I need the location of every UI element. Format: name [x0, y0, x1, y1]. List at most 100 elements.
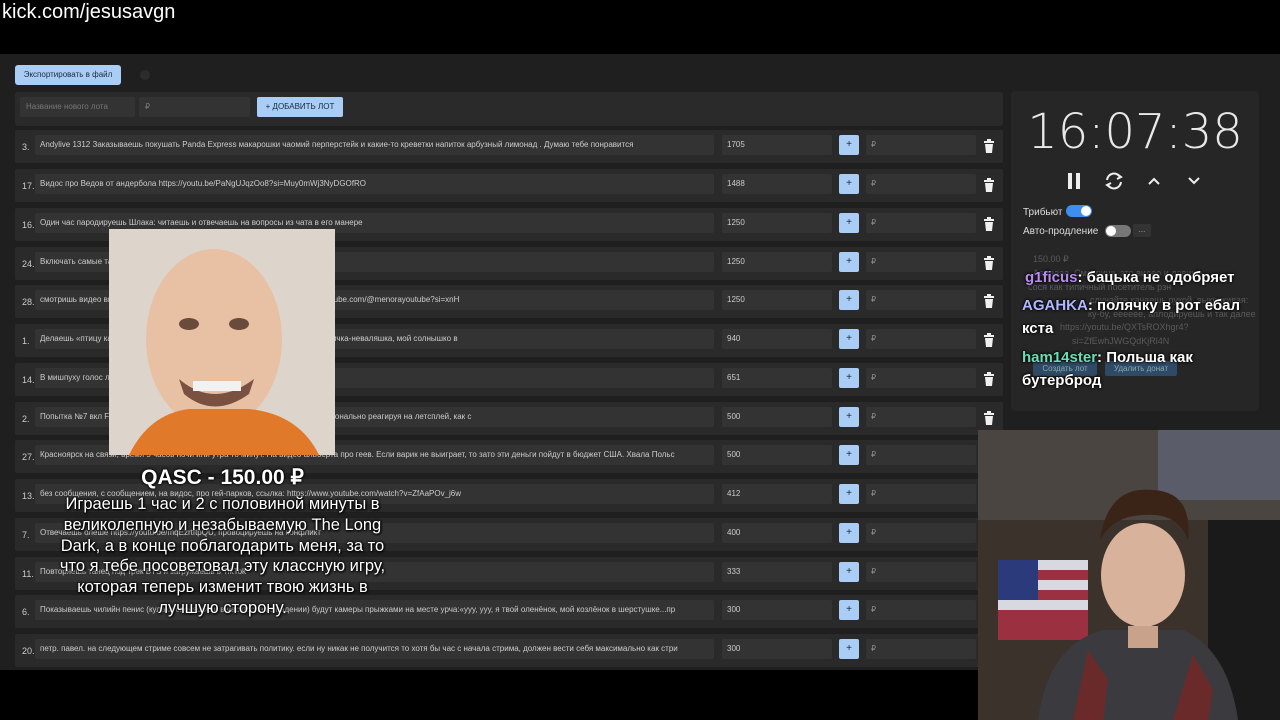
- lot-amount-field[interactable]: 940: [722, 329, 832, 349]
- lot-add-amount-input[interactable]: ₽: [866, 368, 976, 388]
- lot-add-amount-input[interactable]: ₽: [866, 639, 976, 659]
- lot-number: 1.: [22, 336, 30, 346]
- chat-message: g1ficus: бацька не одобряет: [1025, 266, 1234, 289]
- tribute-toggle[interactable]: [1066, 205, 1092, 217]
- lot-add-amount-button[interactable]: +: [839, 290, 859, 310]
- lot-add-amount-input[interactable]: ₽: [866, 213, 976, 233]
- lot-add-amount-button[interactable]: +: [839, 562, 859, 582]
- lot-add-amount-button[interactable]: +: [839, 252, 859, 272]
- lot-row: 20. петр. павел. на следующем стриме совс…: [15, 634, 1003, 667]
- lot-add-amount-input[interactable]: ₽: [866, 407, 976, 427]
- lot-add-amount-button[interactable]: +: [839, 135, 859, 155]
- lot-add-amount-button[interactable]: +: [839, 407, 859, 427]
- ghost-text: 150.00 ₽: [1033, 254, 1069, 264]
- lot-amount-field[interactable]: 651: [722, 368, 832, 388]
- lot-add-amount-input[interactable]: ₽: [866, 174, 976, 194]
- lot-amount-field[interactable]: 1705: [722, 135, 832, 155]
- lot-amount-field[interactable]: 1250: [722, 213, 832, 233]
- lot-add-amount-button[interactable]: +: [839, 639, 859, 659]
- lot-add-amount-input[interactable]: ₽: [866, 252, 976, 272]
- trash-icon[interactable]: [983, 217, 995, 231]
- chevron-up-icon[interactable]: [1143, 170, 1165, 192]
- donation-gif: [109, 229, 335, 455]
- lot-add-amount-input[interactable]: ₽: [866, 600, 976, 620]
- lot-add-amount-input[interactable]: ₽: [866, 329, 976, 349]
- lot-add-amount-button[interactable]: +: [839, 523, 859, 543]
- add-lot-button[interactable]: + ДОБАВИТЬ ЛОТ: [257, 97, 343, 117]
- toggle-knob: [1106, 226, 1116, 236]
- streamer-image: [978, 430, 1280, 720]
- lot-amount-field[interactable]: 333: [722, 562, 832, 582]
- chat-username: g1ficus: [1025, 269, 1078, 286]
- lot-number: 27.: [22, 452, 35, 462]
- trash-icon[interactable]: [983, 333, 995, 347]
- lot-number: 11.: [22, 569, 34, 579]
- lot-amount-field[interactable]: 1250: [722, 290, 832, 310]
- lot-row: 17. Видос про Ведов от андербола https://…: [15, 169, 1003, 202]
- lot-number: 17.: [22, 181, 35, 191]
- lot-amount-field[interactable]: 500: [722, 445, 832, 465]
- trash-icon[interactable]: [983, 411, 995, 425]
- chat-message: ham14ster: Польша как бутерброд: [1022, 346, 1232, 392]
- toggle-knob: [1081, 206, 1091, 216]
- lot-amount-field[interactable]: 500: [722, 407, 832, 427]
- export-button[interactable]: Экспортировать в файл: [15, 65, 121, 85]
- lot-number: 16.: [22, 220, 35, 230]
- lot-description-input[interactable]: Видос про Ведов от андербола https://you…: [35, 174, 714, 194]
- lot-add-amount-button[interactable]: +: [839, 484, 859, 504]
- auto-extend-label: Авто-продление: [1023, 226, 1099, 237]
- tribute-label: Трибьют: [1023, 207, 1063, 218]
- trash-icon[interactable]: [983, 178, 995, 192]
- lot-add-amount-button[interactable]: +: [839, 368, 859, 388]
- lot-add-amount-button[interactable]: +: [839, 600, 859, 620]
- lot-add-amount-input[interactable]: ₽: [866, 445, 976, 465]
- lot-add-amount-input[interactable]: ₽: [866, 523, 976, 543]
- trash-icon[interactable]: [983, 294, 995, 308]
- donation-alert-text: Играешь 1 час и 2 с половиной минуты в в…: [59, 495, 386, 617]
- lot-amount-field[interactable]: 1488: [722, 174, 832, 194]
- lot-number: 3.: [22, 142, 30, 152]
- lot-add-amount-button[interactable]: +: [839, 329, 859, 349]
- stream-url: kick.com/jesusavgn: [2, 1, 176, 23]
- donation-alert-title: QASC - 150.00 ₽: [141, 466, 304, 489]
- chat-username: ham14ster: [1022, 349, 1098, 366]
- lot-number: 13.: [22, 491, 35, 501]
- new-lot-name-input[interactable]: Название нового лота: [20, 97, 135, 117]
- donation-gif-image: [109, 229, 335, 455]
- lot-amount-field[interactable]: 1250: [722, 252, 832, 272]
- chevron-down-icon[interactable]: [1183, 170, 1205, 192]
- chat-username: AGAHKA: [1022, 297, 1088, 314]
- auto-extend-toggle[interactable]: [1105, 225, 1131, 237]
- lot-add-amount-button[interactable]: +: [839, 174, 859, 194]
- lot-number: 28.: [22, 297, 35, 307]
- trash-icon[interactable]: [983, 139, 995, 153]
- new-lot-amount-input[interactable]: ₽: [139, 97, 250, 117]
- chat-message: AGAHKA: полячку в рот ебал кста: [1022, 294, 1252, 340]
- lot-number: 6.: [22, 607, 30, 617]
- lot-amount-field[interactable]: 300: [722, 639, 832, 659]
- lot-number: 2.: [22, 414, 30, 424]
- lot-add-amount-input[interactable]: ₽: [866, 290, 976, 310]
- lot-description-input[interactable]: петр. павел. на следующем стриме совсем …: [35, 639, 714, 659]
- lot-number: 7.: [22, 530, 30, 540]
- lot-add-amount-input[interactable]: ₽: [866, 135, 976, 155]
- chat-text: : бацька не одобряет: [1077, 269, 1235, 286]
- trash-icon[interactable]: [983, 256, 995, 270]
- lot-add-amount-button[interactable]: +: [839, 445, 859, 465]
- lot-amount-field[interactable]: 400: [722, 523, 832, 543]
- auto-extend-more[interactable]: ...: [1133, 224, 1151, 237]
- lot-add-amount-button[interactable]: +: [839, 213, 859, 233]
- lot-row: 3. Andylive 1312 Заказываешь покушать Pan…: [15, 130, 1003, 163]
- lot-add-amount-input[interactable]: ₽: [866, 562, 976, 582]
- lot-amount-field[interactable]: 300: [722, 600, 832, 620]
- webcam-feed: [978, 430, 1280, 720]
- lot-add-amount-input[interactable]: ₽: [866, 484, 976, 504]
- lot-number: 14.: [22, 375, 35, 385]
- pause-icon[interactable]: [1063, 170, 1085, 192]
- refresh-icon[interactable]: [1103, 170, 1125, 192]
- lot-number: 20.: [22, 646, 35, 656]
- lot-description-input[interactable]: Andylive 1312 Заказываешь покушать Panda…: [35, 135, 714, 155]
- lot-amount-field[interactable]: 412: [722, 484, 832, 504]
- trash-icon[interactable]: [983, 372, 995, 386]
- lot-number: 24.: [22, 259, 35, 269]
